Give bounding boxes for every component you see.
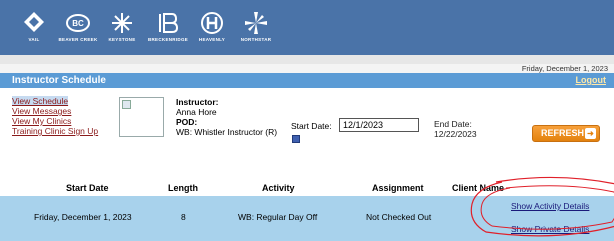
col-activity: Activity <box>262 183 295 193</box>
brand-label: HEAVENLY <box>198 37 226 42</box>
brand-label: VAIL <box>28 37 40 42</box>
resort-brand-bar: VAIL BC BEAVER CREEK KEYSTONE BRECKENRID… <box>0 0 614 55</box>
logout-link[interactable]: Logout <box>576 75 607 85</box>
instructor-label: Instructor: <box>176 97 219 107</box>
title-bar: Instructor Schedule Logout <box>0 73 614 88</box>
brand-beaver-creek[interactable]: BC BEAVER CREEK <box>56 10 100 42</box>
pod-label: POD: <box>176 117 198 127</box>
start-date-input[interactable] <box>339 118 419 132</box>
instructor-info: Instructor: Anna Hore POD: WB: Whistler … <box>176 97 286 137</box>
table-row: Friday, December 1, 2023 8 WB: Regular D… <box>0 196 614 241</box>
current-date: Friday, December 1, 2023 <box>521 64 608 73</box>
brand-northstar[interactable]: NORTHSTAR <box>234 10 278 42</box>
nav-training-clinic-sign-up[interactable]: Training Clinic Sign Up <box>12 126 110 136</box>
brand-label: BRECKENRIDGE <box>147 37 189 42</box>
pod-value: WB: Whistler Instructor (R) <box>176 127 278 137</box>
brand-label: NORTHSTAR <box>240 37 272 42</box>
nav-view-schedule[interactable]: View Schedule <box>12 96 69 106</box>
cell-activity: WB: Regular Day Off <box>238 212 318 222</box>
cell-assignment: Not Checked Out <box>366 212 432 222</box>
end-date-label: End Date: <box>434 119 472 129</box>
header-strip <box>0 55 614 64</box>
cell-length: 8 <box>181 212 186 222</box>
col-length: Length <box>168 183 198 193</box>
brand-label: KEYSTONE <box>108 37 136 42</box>
broken-image-icon <box>122 100 131 109</box>
brand-breckenridge[interactable]: BRECKENRIDGE <box>146 10 190 42</box>
svg-text:BC: BC <box>72 19 84 28</box>
instructor-photo <box>119 97 164 137</box>
show-activity-details-link[interactable]: Show Activity Details <box>511 201 589 211</box>
cell-start-date: Friday, December 1, 2023 <box>34 212 132 222</box>
brand-vail[interactable]: VAIL <box>12 10 56 42</box>
beaver-creek-logo-icon: BC <box>66 14 90 32</box>
main-content: View Schedule View Messages View My Clin… <box>0 88 614 241</box>
col-assignment: Assignment <box>372 183 424 193</box>
col-client-name: Client Name <box>452 183 505 193</box>
arrow-right-icon: ➜ <box>585 128 596 139</box>
northstar-logo-icon <box>245 12 267 34</box>
col-start-date: Start Date <box>66 183 109 193</box>
breckenridge-logo-icon <box>159 13 179 33</box>
start-date-label: Start Date: <box>291 121 332 131</box>
nav-view-messages[interactable]: View Messages <box>12 106 110 116</box>
calendar-icon[interactable] <box>292 135 300 143</box>
refresh-button[interactable]: REFRESH ➜ <box>532 125 600 142</box>
date-bar: Friday, December 1, 2023 <box>0 64 614 73</box>
table-header: Start Date Length Activity Assignment Cl… <box>0 181 614 195</box>
page-title: Instructor Schedule <box>12 75 106 86</box>
refresh-label: REFRESH <box>541 128 585 138</box>
side-nav: View Schedule View Messages View My Clin… <box>12 96 110 136</box>
show-private-details-link[interactable]: Show Private Details <box>511 224 589 234</box>
brand-heavenly[interactable]: HEAVENLY <box>190 10 234 42</box>
heavenly-logo-icon <box>201 12 223 34</box>
nav-view-my-clinics[interactable]: View My Clinics <box>12 116 110 126</box>
brand-keystone[interactable]: KEYSTONE <box>100 10 144 42</box>
vail-logo-icon <box>24 12 44 32</box>
keystone-logo-icon <box>112 13 132 33</box>
end-date: End Date: 12/22/2023 <box>434 119 477 139</box>
brand-label: BEAVER CREEK <box>58 37 98 42</box>
end-date-value: 12/22/2023 <box>434 129 477 139</box>
instructor-name: Anna Hore <box>176 107 217 117</box>
